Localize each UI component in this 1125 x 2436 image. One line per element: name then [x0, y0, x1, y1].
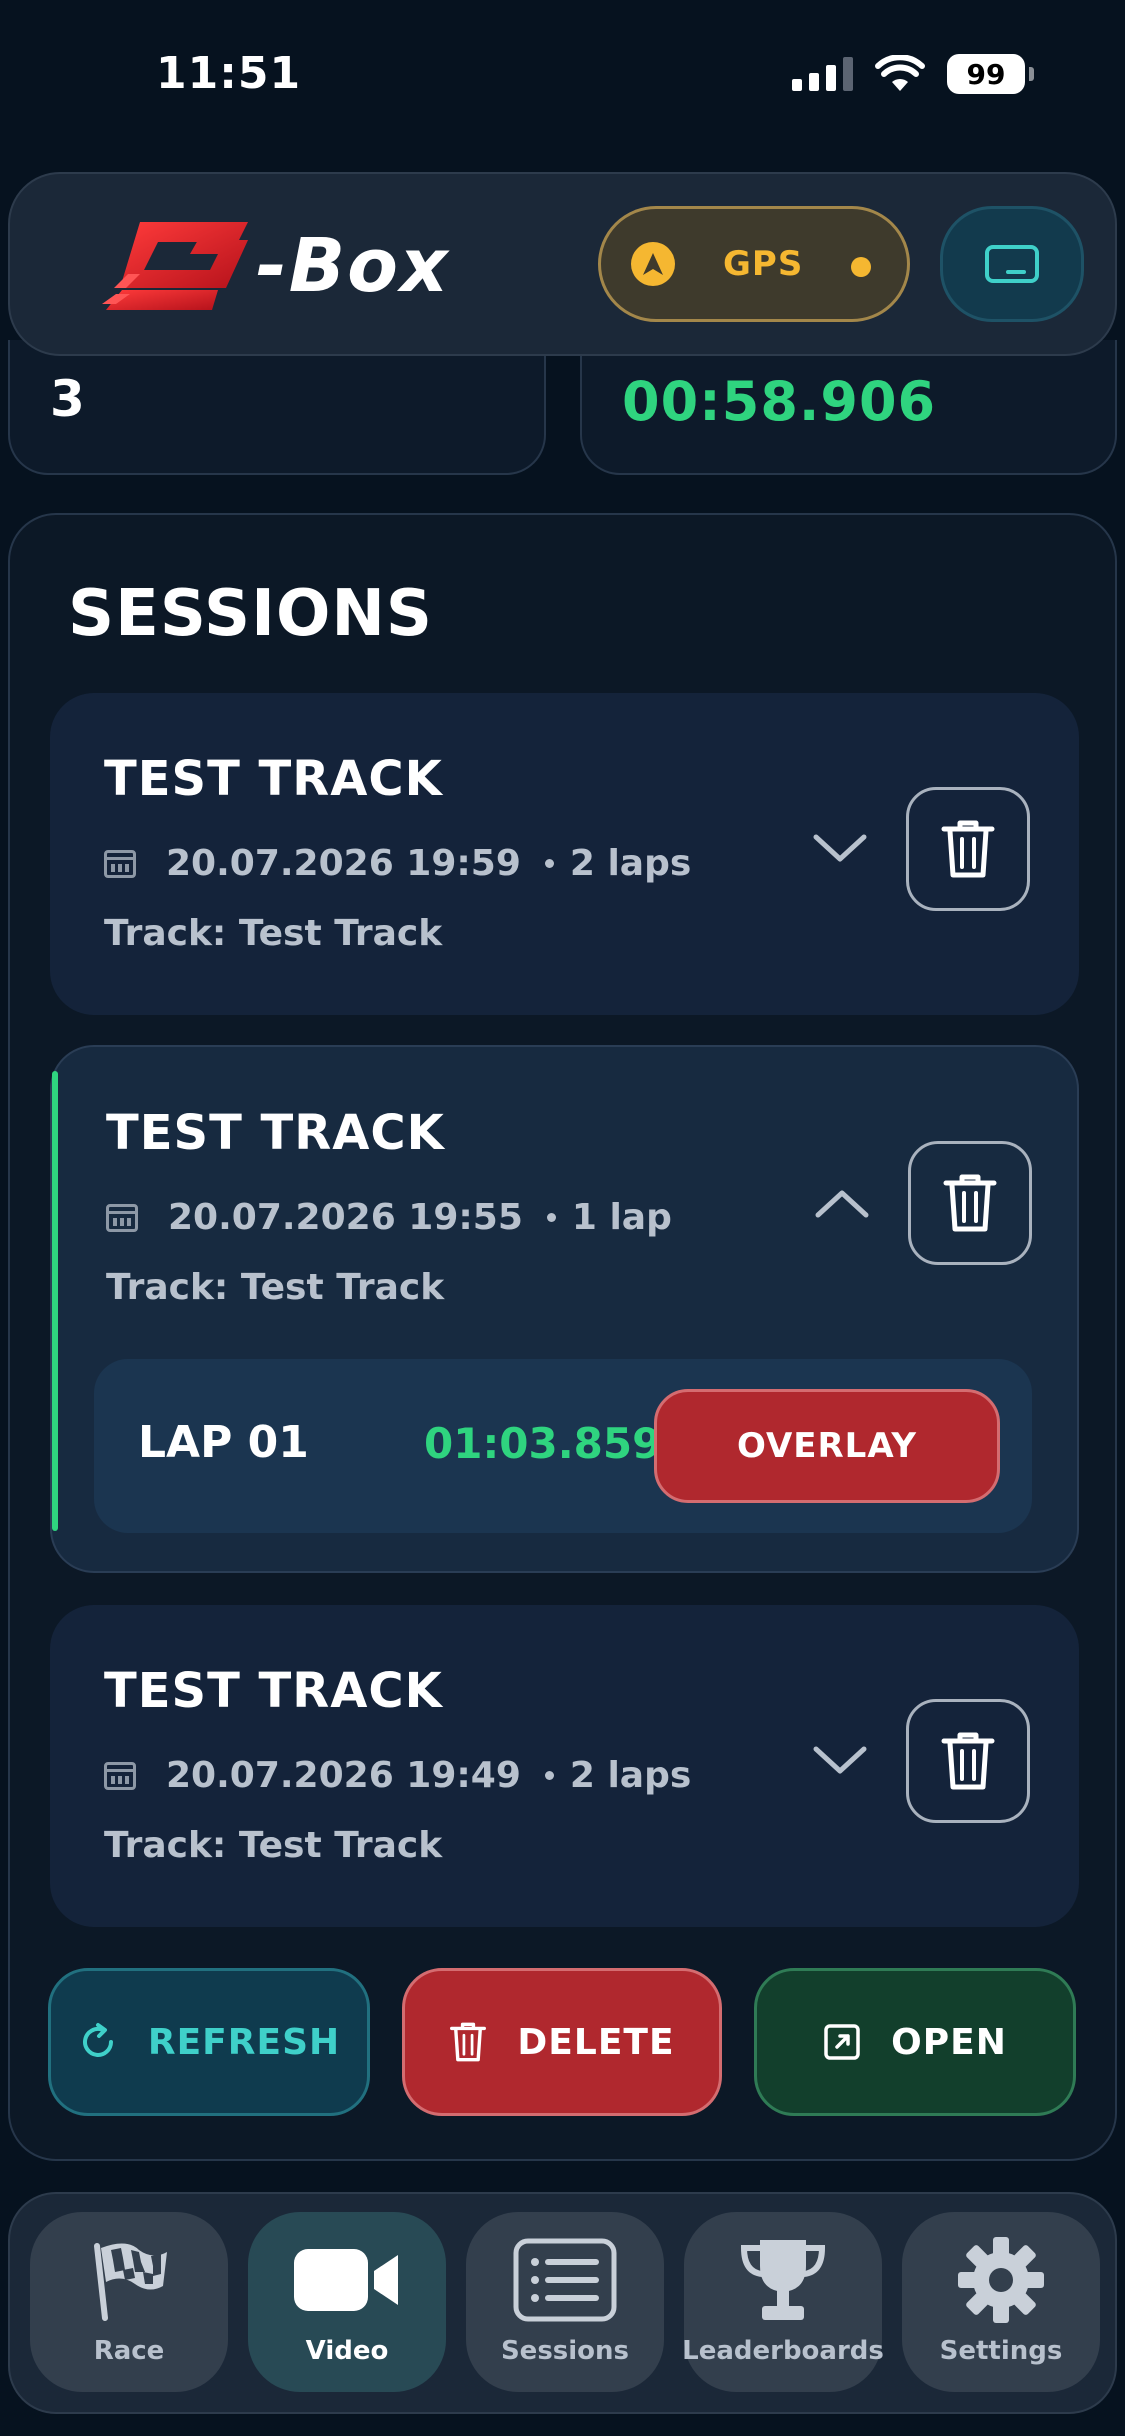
delete-label: DELETE [517, 2021, 675, 2063]
stat-value-laps: 3 [50, 370, 85, 428]
status-time: 11:51 [156, 48, 302, 99]
open-label: OPEN [891, 2021, 1007, 2063]
sessions-title: SESSIONS [68, 577, 433, 651]
device-button[interactable] [940, 206, 1084, 322]
flag-icon [87, 2236, 171, 2324]
bottom-nav: Race Video Sessions Leaderboards Setting… [8, 2192, 1117, 2414]
session-laps: 2 laps [569, 843, 692, 884]
app-logo: -Box [100, 218, 450, 314]
chevron-down-icon[interactable] [810, 819, 870, 879]
nav-item-video[interactable]: Video [248, 2212, 446, 2392]
refresh-button[interactable]: REFRESH [48, 1968, 370, 2116]
overlay-button[interactable]: OVERLAY [654, 1389, 1000, 1503]
refresh-icon [78, 2022, 118, 2062]
nav-label: Sessions [500, 2336, 630, 2366]
trophy-icon [738, 2236, 828, 2324]
trash-icon [941, 820, 995, 878]
delete-all-button[interactable]: DELETE [402, 1968, 722, 2116]
lap-label: LAP 01 [138, 1417, 309, 1468]
app-header: -Box GPS [8, 172, 1117, 356]
nav-label: Video [305, 2336, 389, 2366]
separator-dot [544, 859, 554, 868]
session-title: TEST TRACK [104, 751, 443, 807]
device-icon [985, 245, 1039, 283]
session-track: Track: Test Track [104, 913, 443, 954]
session-datetime: 20.07.2026 19:49 [166, 1755, 521, 1796]
session-title: TEST TRACK [106, 1105, 445, 1161]
delete-session-button[interactable] [906, 787, 1030, 911]
logo-text: -Box [256, 223, 450, 309]
stat-card-best-time: 00:58.906 [580, 340, 1117, 475]
calendar-icon [104, 849, 136, 878]
nav-item-leaderboards[interactable]: Leaderboards [682, 2212, 884, 2392]
refresh-label: REFRESH [147, 2021, 341, 2063]
nav-item-sessions[interactable]: Sessions [466, 2212, 664, 2392]
separator-dot [546, 1213, 556, 1222]
session-card-expanded[interactable]: TEST TRACK 20.07.2026 19:55 1 lap Track:… [50, 1045, 1079, 1573]
status-icons: 99 [792, 54, 1034, 94]
session-laps: 2 laps [569, 1755, 692, 1796]
session-track: Track: Test Track [104, 1825, 443, 1866]
lap-row[interactable]: LAP 01 01:03.859 OVERLAY [94, 1359, 1032, 1533]
chevron-up-icon[interactable] [812, 1173, 872, 1233]
stat-card-laps: 3 [8, 340, 546, 475]
navigation-arrow-icon [631, 242, 675, 286]
gps-status-button[interactable]: GPS [598, 206, 910, 322]
video-camera-icon [292, 2236, 402, 2324]
session-card[interactable]: TEST TRACK 20.07.2026 19:59 2 laps Track… [50, 693, 1079, 1015]
session-meta: 20.07.2026 19:49 2 laps [104, 1755, 691, 1796]
sessions-panel: SESSIONS TEST TRACK 20.07.2026 19:59 2 l… [8, 513, 1117, 2161]
session-datetime: 20.07.2026 19:55 [168, 1197, 523, 1238]
session-title: TEST TRACK [104, 1663, 443, 1719]
open-button[interactable]: OPEN [754, 1968, 1076, 2116]
nav-item-race[interactable]: Race [30, 2212, 228, 2392]
chevron-down-icon[interactable] [810, 1731, 870, 1791]
session-meta: 20.07.2026 19:59 2 laps [104, 843, 691, 884]
wifi-icon [875, 55, 925, 91]
nav-item-settings[interactable]: Settings [902, 2212, 1100, 2392]
gps-status-dot [851, 257, 871, 277]
session-datetime: 20.07.2026 19:59 [166, 843, 521, 884]
session-card[interactable]: TEST TRACK 20.07.2026 19:49 2 laps Track… [50, 1605, 1079, 1927]
delete-session-button[interactable] [908, 1141, 1032, 1265]
gps-label: GPS [723, 244, 804, 284]
trash-icon [941, 1732, 995, 1790]
session-track: Track: Test Track [106, 1267, 445, 1308]
signal-icon [792, 57, 853, 91]
session-laps: 1 lap [571, 1197, 672, 1238]
list-icon [513, 2236, 617, 2324]
separator-dot [544, 1771, 554, 1780]
calendar-icon [104, 1761, 136, 1790]
trash-icon [449, 2020, 487, 2064]
session-meta: 20.07.2026 19:55 1 lap [106, 1197, 672, 1238]
g-logo-icon [102, 222, 248, 310]
nav-label: Settings [939, 2336, 1063, 2366]
nav-label: Race [93, 2336, 165, 2366]
delete-session-button[interactable] [906, 1699, 1030, 1823]
trash-icon [943, 1174, 997, 1232]
gear-icon [956, 2236, 1046, 2324]
external-link-icon [823, 2023, 861, 2061]
calendar-icon [106, 1203, 138, 1232]
battery-level: 99 [966, 57, 1006, 91]
nav-label: Leaderboards [682, 2336, 884, 2366]
battery-icon: 99 [947, 54, 1034, 94]
lap-time: 01:03.859 [424, 1419, 662, 1468]
stat-value-best-time: 00:58.906 [622, 370, 937, 433]
status-bar: 11:51 99 [0, 0, 1125, 150]
